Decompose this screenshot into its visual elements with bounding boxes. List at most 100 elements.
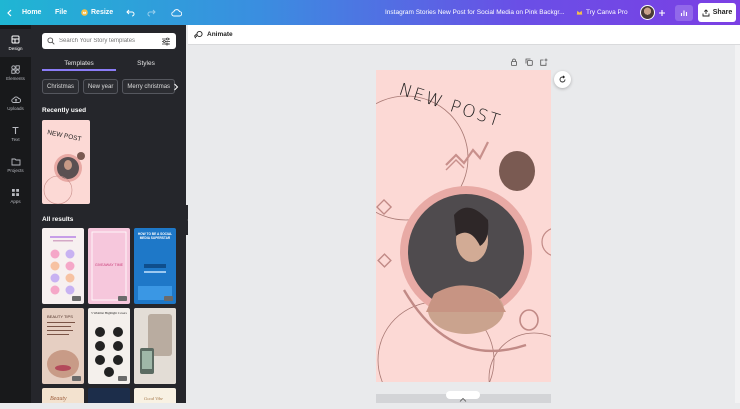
elements-icon	[11, 65, 20, 74]
result-thumbnail-2[interactable]: GIVEAWAY TIME	[88, 228, 130, 304]
resize-label: Resize	[91, 9, 114, 16]
recent-thumb-title: NEW POST	[47, 129, 82, 143]
rail-label-elements: Elements	[6, 76, 25, 81]
rail-item-uploads[interactable]: Uploads	[0, 89, 31, 117]
home-label: Home	[22, 9, 42, 16]
file-label: File	[55, 9, 68, 16]
home-button[interactable]: Home	[6, 0, 41, 25]
cloud-icon	[171, 9, 182, 17]
chip-merry-christmas[interactable]: Merry christmas	[122, 79, 176, 94]
save-status-button[interactable]	[171, 0, 182, 25]
category-chips: Christmas New year Merry christmas	[42, 79, 176, 94]
animate-button[interactable]: Animate	[194, 30, 233, 39]
tab-styles[interactable]: Styles	[109, 56, 183, 70]
result-thumbnail-4[interactable]: BEAUTY TIPS	[42, 308, 84, 384]
rail-label-projects: Projects	[7, 168, 24, 173]
crown-icon	[576, 10, 583, 15]
chips-next-button[interactable]	[170, 79, 182, 94]
result-art-4: BEAUTY TIPS	[47, 314, 81, 381]
share-icon	[702, 8, 710, 16]
result-art-6	[134, 308, 176, 384]
result-art-3: HOW TO BE A SOCIAL MEDIA SUPERSTAR	[138, 232, 173, 301]
editor-workspace: Animate NEW POST	[188, 25, 740, 403]
share-button[interactable]: Share	[698, 3, 736, 22]
folder-icon	[11, 158, 20, 166]
crown-icon	[81, 9, 88, 16]
file-menu[interactable]: File	[55, 0, 67, 25]
chip-christmas[interactable]: Christmas	[42, 79, 80, 94]
search-input[interactable]	[59, 38, 154, 44]
rail-label-text: Text	[11, 137, 20, 142]
result-thumbnail-7[interactable]: Beauty	[42, 388, 84, 403]
chip-new-year[interactable]: New year	[83, 79, 119, 94]
rail-item-text[interactable]: Text	[0, 120, 31, 148]
page-scroll-pill[interactable]	[446, 391, 480, 402]
bar-chart-icon	[680, 10, 688, 16]
rail-label-design: Design	[8, 46, 23, 51]
regenerate-button[interactable]	[554, 71, 571, 88]
duplicate-page-icon[interactable]	[525, 58, 533, 66]
all-results-heading: All results	[42, 216, 74, 223]
result-4-text: BEAUTY TIPS	[47, 314, 73, 319]
text-icon	[12, 126, 19, 134]
rail-item-design[interactable]: Design	[0, 29, 31, 57]
result-7-text: Beauty	[50, 396, 67, 402]
animate-label: Animate	[207, 31, 233, 38]
result-art-7: Beauty	[50, 396, 67, 402]
result-art-2: GIVEAWAY TIME	[91, 231, 127, 301]
animate-icon	[194, 30, 203, 39]
result-art-5: 5 Wishlist Highlight Covers	[91, 311, 127, 381]
rail-item-apps[interactable]: Apps	[0, 182, 31, 210]
recent-template-thumbnail[interactable]: NEW POST	[42, 120, 90, 204]
result-art-1	[50, 236, 81, 301]
redo-button[interactable]	[147, 0, 156, 25]
result-thumbnail-8[interactable]	[88, 388, 130, 403]
document-title[interactable]: Instagram Stories New Post for Social Me…	[385, 0, 571, 25]
lock-icon[interactable]	[510, 58, 518, 66]
avatar[interactable]	[640, 0, 655, 25]
apps-grid-icon	[12, 189, 19, 196]
undo-button[interactable]	[126, 0, 135, 25]
side-rail: Design Elements Uploads Text Projects Ap…	[0, 25, 31, 403]
try-canva-pro-button[interactable]: Try Canva Pro	[576, 0, 628, 25]
active-tab-indicator	[42, 69, 116, 71]
plus-icon	[659, 9, 665, 16]
upload-cloud-icon	[10, 96, 21, 103]
template-panel: Templates Styles Christmas New year Merr…	[31, 25, 186, 403]
page-tools	[510, 58, 548, 66]
refresh-icon	[559, 75, 566, 83]
design-icon	[11, 35, 20, 44]
canvas-title: NEW POST	[396, 80, 503, 132]
result-thumbnail-9[interactable]: Good Vibe	[134, 388, 176, 403]
rail-item-projects[interactable]: Projects	[0, 151, 31, 179]
chevron-right-icon	[174, 83, 179, 90]
chevron-left-icon	[7, 9, 12, 16]
context-toolbar: Animate	[188, 25, 740, 45]
result-9-text: Good Vibe	[144, 396, 163, 401]
share-label: Share	[712, 9, 733, 16]
filter-sliders-icon[interactable]	[161, 37, 171, 46]
rail-label-apps: Apps	[10, 199, 21, 204]
undo-icon	[126, 9, 135, 17]
add-page-icon[interactable]	[540, 58, 548, 66]
recently-used-heading: Recently used	[42, 107, 87, 114]
result-thumbnail-3[interactable]: HOW TO BE A SOCIAL MEDIA SUPERSTAR	[134, 228, 176, 304]
result-2-text: GIVEAWAY TIME	[95, 263, 124, 267]
try-canva-pro-label: Try Canva Pro	[586, 9, 628, 16]
redo-icon	[147, 9, 156, 17]
result-thumbnail-1[interactable]	[42, 228, 84, 304]
workspace-scrollbar[interactable]	[735, 45, 740, 403]
insights-button[interactable]	[675, 0, 693, 25]
search-box[interactable]	[42, 33, 176, 49]
result-thumbnail-6[interactable]	[134, 308, 176, 384]
resize-button[interactable]: Resize	[81, 0, 113, 25]
tab-templates[interactable]: Templates	[42, 56, 116, 70]
rail-label-uploads: Uploads	[7, 106, 24, 111]
design-canvas[interactable]: NEW POST	[376, 70, 551, 382]
recent-template-art: NEW POST	[43, 129, 85, 204]
rail-item-elements[interactable]: Elements	[0, 59, 31, 87]
result-thumbnail-5[interactable]: 5 Wishlist Highlight Covers	[88, 308, 130, 384]
top-bar: Home File Resize Instagram Stories New P…	[0, 0, 740, 25]
add-collaborator-button[interactable]	[658, 0, 666, 25]
result-art-9: Good Vibe	[144, 396, 163, 401]
